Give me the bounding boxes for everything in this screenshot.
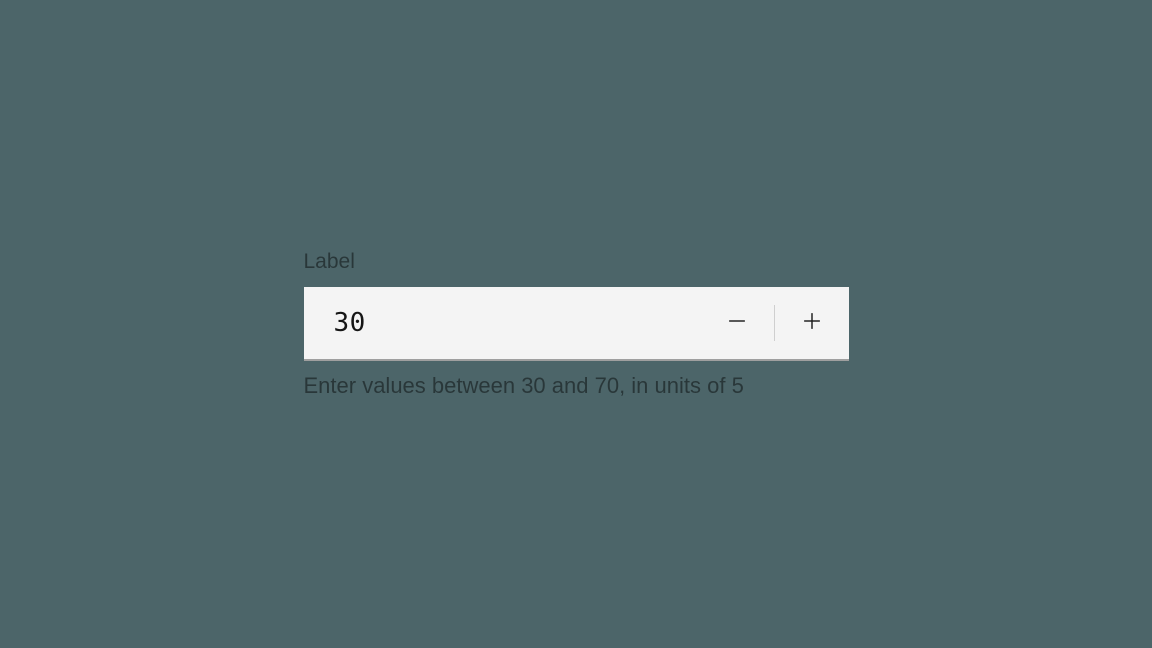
minus-icon — [723, 307, 751, 338]
number-input-container: Label Enter values between 30 and 70, in… — [304, 250, 849, 399]
input-row — [304, 287, 849, 361]
plus-icon — [798, 307, 826, 338]
helper-text: Enter values between 30 and 70, in units… — [304, 373, 849, 399]
increment-button[interactable] — [775, 287, 849, 359]
field-label: Label — [304, 250, 849, 274]
decrement-button[interactable] — [701, 287, 775, 359]
number-input-field[interactable] — [304, 287, 701, 359]
